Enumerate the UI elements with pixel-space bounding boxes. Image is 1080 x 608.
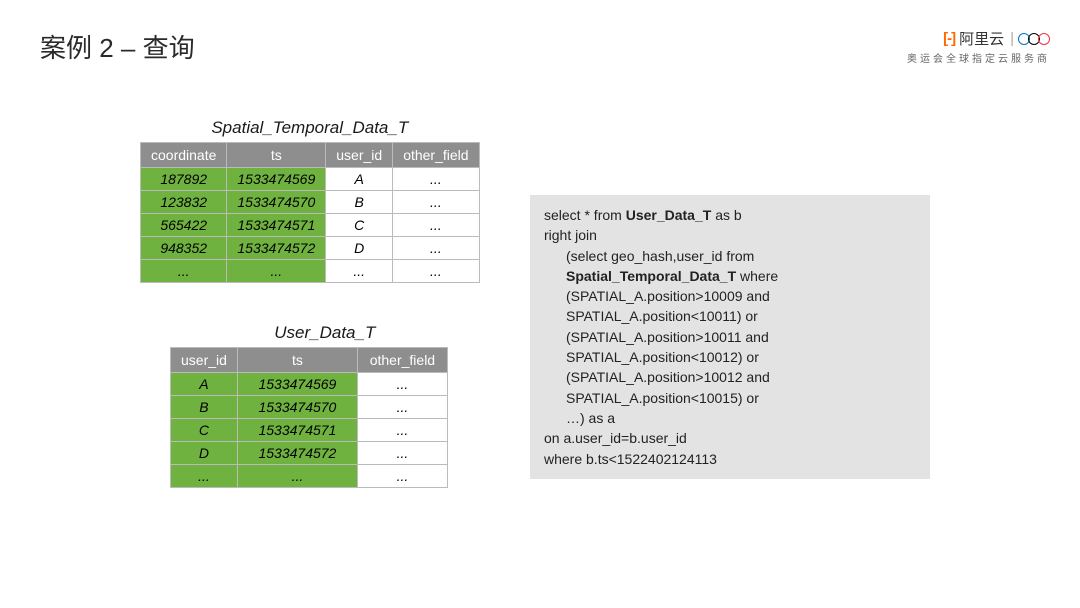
olympic-rings-icon: [1020, 33, 1050, 45]
cell: ...: [393, 260, 479, 283]
table-row: 948352 1533474572 D ...: [141, 237, 480, 260]
brand-name: 阿里云: [959, 28, 1004, 49]
brand-subtitle: 奥运会全球指定云服务商: [907, 50, 1050, 65]
cell: ...: [357, 396, 447, 419]
cell: ...: [227, 260, 326, 283]
slide-title: 案例 2 – 查询: [40, 28, 195, 65]
cell: 565422: [141, 214, 227, 237]
table-row: C 1533474571 ...: [171, 419, 448, 442]
cell: 1533474569: [227, 168, 326, 191]
sql-line: right join: [544, 227, 597, 243]
cell: 1533474572: [227, 237, 326, 260]
cell: 1533474570: [227, 191, 326, 214]
cell: 187892: [141, 168, 227, 191]
cell: D: [326, 237, 393, 260]
cell: 1533474570: [237, 396, 357, 419]
sql-line: (select geo_hash,user_id from: [544, 246, 916, 266]
th: ts: [227, 143, 326, 168]
cell: A: [326, 168, 393, 191]
brand-logo: [-] 阿里云 |: [943, 28, 1050, 49]
cell: B: [171, 396, 238, 419]
th: other_field: [393, 143, 479, 168]
sql-line: (SPATIAL_A.position>10009 and: [544, 286, 916, 306]
sql-line: SPATIAL_A.position<10012) or: [544, 347, 916, 367]
cell: ...: [393, 191, 479, 214]
cell: ...: [237, 465, 357, 488]
cell: ...: [393, 168, 479, 191]
sql-line: (SPATIAL_A.position>10012 and: [544, 367, 916, 387]
cell: ...: [171, 465, 238, 488]
sql-line: on a.user_id=b.user_id: [544, 430, 687, 446]
th: ts: [237, 348, 357, 373]
sql-line: where b.ts<1522402124113: [544, 451, 717, 467]
table-row: A 1533474569 ...: [171, 373, 448, 396]
cell: 123832: [141, 191, 227, 214]
th: user_id: [326, 143, 393, 168]
cell: ...: [393, 237, 479, 260]
cell: ...: [393, 214, 479, 237]
th: user_id: [171, 348, 238, 373]
table-spatial: Spatial_Temporal_Data_T coordinate ts us…: [140, 118, 480, 283]
cell: ...: [357, 373, 447, 396]
cell: ...: [326, 260, 393, 283]
sql-line: Spatial_Temporal_Data_T where: [544, 266, 916, 286]
table-row: D 1533474572 ...: [171, 442, 448, 465]
cell: ...: [357, 442, 447, 465]
table-row: ... ... ... ...: [141, 260, 480, 283]
table-row: B 1533474570 ...: [171, 396, 448, 419]
cell: 1533474571: [227, 214, 326, 237]
brand-separator: |: [1010, 30, 1014, 47]
cell: 948352: [141, 237, 227, 260]
cell: 1533474569: [237, 373, 357, 396]
table-row: ... ... ...: [171, 465, 448, 488]
table2-title: User_Data_T: [170, 323, 480, 343]
cell: ...: [141, 260, 227, 283]
table-user: User_Data_T user_id ts other_field A 153…: [170, 323, 480, 488]
cell: 1533474572: [237, 442, 357, 465]
sql-line: SPATIAL_A.position<10011) or: [544, 306, 916, 326]
cell: D: [171, 442, 238, 465]
table2: user_id ts other_field A 1533474569 ... …: [170, 347, 448, 488]
table1-title: Spatial_Temporal_Data_T: [140, 118, 480, 138]
sql-line: select * from User_Data_T as b: [544, 207, 742, 223]
brand-block: [-] 阿里云 |: [943, 28, 1050, 49]
sql-code-block: select * from User_Data_T as b right joi…: [530, 195, 930, 479]
cell: B: [326, 191, 393, 214]
sql-line: SPATIAL_A.position<10015) or: [544, 388, 916, 408]
sql-line: (SPATIAL_A.position>10011 and: [544, 327, 916, 347]
sql-line: …) as a: [544, 408, 916, 428]
table-row: 123832 1533474570 B ...: [141, 191, 480, 214]
cell: C: [171, 419, 238, 442]
cell: C: [326, 214, 393, 237]
th: other_field: [357, 348, 447, 373]
brand-bracket-icon: [-]: [943, 30, 955, 47]
table-row: 565422 1533474571 C ...: [141, 214, 480, 237]
cell: ...: [357, 419, 447, 442]
cell: 1533474571: [237, 419, 357, 442]
cell: ...: [357, 465, 447, 488]
tables-area: Spatial_Temporal_Data_T coordinate ts us…: [140, 118, 480, 528]
table-row: 187892 1533474569 A ...: [141, 168, 480, 191]
cell: A: [171, 373, 238, 396]
table1: coordinate ts user_id other_field 187892…: [140, 142, 480, 283]
th: coordinate: [141, 143, 227, 168]
